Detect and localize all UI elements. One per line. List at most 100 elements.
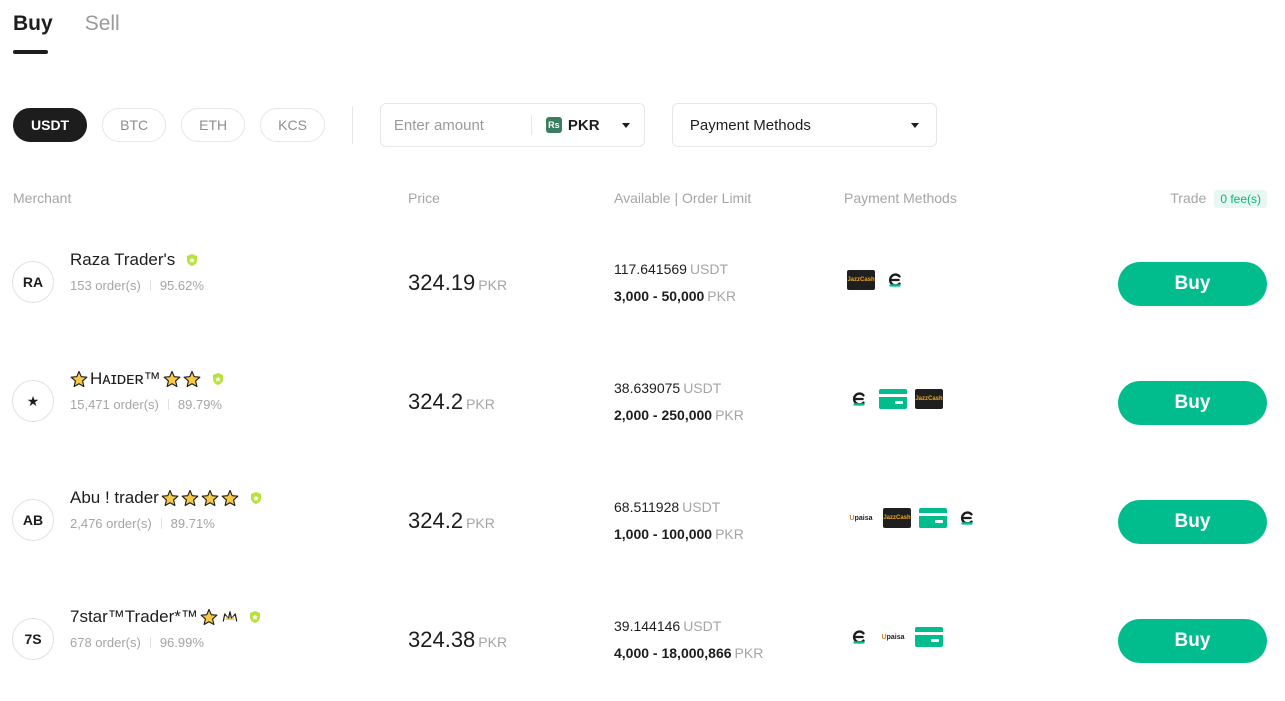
verified-shield-icon (249, 491, 263, 505)
upaisa-label: paisa (854, 514, 873, 522)
header-trade-label: Trade (1170, 190, 1207, 206)
buy-button[interactable]: Buy (1118, 500, 1267, 544)
completion-rate: 95.62% (159, 278, 204, 293)
order-limit: 2,000 - 250,000 PKR (614, 407, 744, 423)
tab-sell[interactable]: Sell (85, 12, 120, 54)
verified-shield-icon (211, 372, 225, 386)
merchant-stats: 678 order(s) 96.99% (70, 635, 204, 650)
available-currency: USDT (682, 499, 721, 515)
price: 324.38 PKR (408, 627, 507, 653)
star-icon (163, 370, 181, 388)
completion-rate: 89.79% (177, 397, 222, 412)
available-value: 39.144146 (614, 618, 681, 634)
limit-value: 2,000 - 250,000 (614, 407, 713, 423)
payment-methods-label: Payment Methods (689, 116, 811, 134)
header-payment-methods: Payment Methods (844, 190, 957, 206)
upaisa-icon: Upaisa (847, 508, 875, 528)
available-amount: 38.639075 USDT (614, 380, 721, 396)
available-amount: 68.511928 USDT (614, 499, 720, 515)
limit-currency: PKR (734, 645, 764, 661)
available-currency: USDT (683, 380, 722, 396)
price: 324.19 PKR (408, 270, 507, 296)
merchant-name-label: Raza Trader's (70, 250, 176, 269)
easypaisa-icon (847, 389, 871, 409)
merchant-name[interactable]: 7star™Trader*™ (70, 607, 262, 627)
star-icon (201, 489, 219, 507)
jazzcash-icon: JazzCash (883, 508, 911, 528)
stats-divider (149, 280, 151, 291)
order-count: 153 order(s) (70, 278, 141, 293)
payment-methods-select[interactable]: Payment Methods (671, 103, 937, 147)
available-value: 38.639075 (614, 380, 681, 396)
avatar[interactable]: 7S (12, 618, 54, 660)
filter-bar: USDT BTC ETH KCS Rs PKR Payment Methods (13, 103, 937, 147)
bank-card-icon (919, 508, 947, 528)
coin-kcs[interactable]: KCS (260, 108, 325, 142)
price: 324.2 PKR (408, 508, 495, 534)
merchant-name-label: 7star™Trader*™ (70, 607, 198, 626)
trade-tabs: Buy Sell (13, 12, 120, 54)
tab-buy[interactable]: Buy (13, 12, 53, 54)
table-row: AB Abu ! trader 2,476 order(s) 89.71% 324.2 P… (0, 480, 1285, 560)
available-currency: USDT (689, 261, 729, 277)
filter-divider (351, 106, 353, 144)
table-row: 7S 7star™Trader*™ 678 order(s) 96.99% 324.38… (0, 599, 1285, 679)
coin-btc[interactable]: BTC (102, 108, 167, 142)
star-icon (221, 489, 239, 507)
price-value: 324.2 (408, 389, 464, 414)
stats-divider (149, 637, 151, 648)
verified-shield-icon (185, 253, 199, 267)
amount-input[interactable] (380, 115, 531, 135)
jazzcash-icon: JazzCash (915, 389, 943, 409)
star-icon (70, 370, 88, 388)
price: 324.2 PKR (408, 389, 495, 415)
merchant-name[interactable]: Hᴀɪᴅᴇʀ™ (70, 369, 225, 389)
order-count: 15,471 order(s) (70, 397, 159, 412)
available-value: 68.511928 (614, 499, 680, 515)
merchant-name[interactable]: Raza Trader's (70, 250, 199, 270)
available-value: 117.641569 (614, 261, 687, 277)
merchant-name-label: Hᴀɪᴅᴇʀ™ (90, 369, 161, 388)
header-trade: Trade 0 fee(s) (1170, 190, 1267, 208)
jazzcash-label: JazzCash (883, 515, 911, 521)
jazzcash-label: JazzCash (915, 396, 943, 402)
header-price: Price (408, 190, 440, 206)
completion-rate: 89.71% (170, 516, 215, 531)
merchant-stats: 153 order(s) 95.62% (70, 278, 204, 293)
jazzcash-label: JazzCash (847, 277, 875, 283)
upaisa-label: paisa (886, 633, 905, 641)
currency-select[interactable]: Rs PKR (545, 116, 630, 134)
price-currency: PKR (478, 277, 508, 293)
merchant-stats: 2,476 order(s) 89.71% (70, 516, 215, 531)
payment-methods: JazzCash (847, 387, 943, 411)
avatar[interactable]: ★ (12, 380, 54, 422)
limit-currency: PKR (715, 407, 744, 423)
merchant-name-label: Abu ! trader (70, 488, 159, 507)
order-count: 2,476 order(s) (70, 516, 152, 531)
buy-button[interactable]: Buy (1118, 381, 1267, 425)
available-amount: 117.641569 USDT (614, 261, 728, 277)
jazzcash-icon: JazzCash (847, 270, 875, 290)
rupee-icon: Rs (545, 117, 562, 133)
payment-methods: Upaisa (847, 625, 943, 649)
merchant-stats: 15,471 order(s) 89.79% (70, 397, 222, 412)
price-value: 324.38 (408, 627, 476, 652)
buy-button[interactable]: Buy (1118, 619, 1267, 663)
star-icon (181, 489, 199, 507)
avatar[interactable]: AB (12, 499, 54, 541)
star-icon (183, 370, 201, 388)
chevron-down-icon (621, 122, 630, 128)
order-count: 678 order(s) (70, 635, 141, 650)
buy-button[interactable]: Buy (1118, 262, 1267, 306)
easypaisa-icon (883, 270, 907, 290)
header-available: Available | Order Limit (614, 190, 752, 206)
limit-currency: PKR (707, 288, 737, 304)
crown-icon (220, 608, 238, 626)
avatar[interactable]: RA (12, 261, 54, 303)
merchant-name[interactable]: Abu ! trader (70, 488, 263, 508)
currency-label: PKR (567, 116, 600, 134)
coin-usdt[interactable]: USDT (13, 108, 88, 142)
table-row: RA Raza Trader's 153 order(s) 95.62% 324.19 P… (0, 242, 1285, 322)
coin-eth[interactable]: ETH (181, 108, 246, 142)
amount-separator (530, 115, 532, 135)
